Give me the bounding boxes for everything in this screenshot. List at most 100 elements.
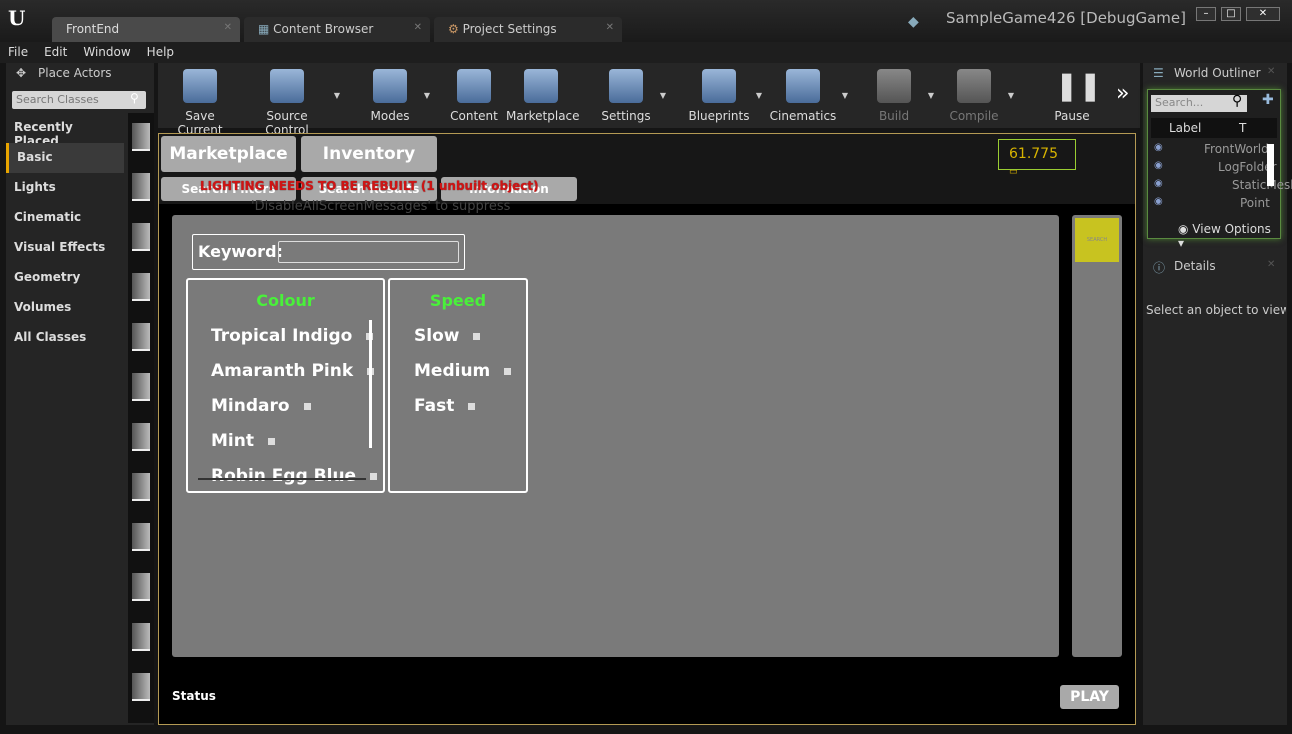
visibility-icon[interactable]: ◉ bbox=[1154, 142, 1163, 153]
blueprints-button[interactable]: Blueprints ▼ bbox=[686, 67, 762, 125]
maximize-button[interactable]: □ bbox=[1221, 7, 1241, 21]
category-recently-placed[interactable]: Recently Placed bbox=[6, 113, 124, 148]
option-label: Fast bbox=[414, 396, 455, 416]
colour-option[interactable]: Amaranth Pink bbox=[211, 361, 375, 381]
option-label: Tropical Indigo bbox=[211, 326, 353, 346]
cinematics-button[interactable]: Cinematics ▼ bbox=[768, 67, 848, 125]
actor-thumbnail[interactable] bbox=[132, 323, 150, 351]
more-icon[interactable]: » bbox=[1116, 81, 1129, 106]
button-label: Build bbox=[878, 109, 910, 123]
tab-marketplace[interactable]: Marketplace bbox=[161, 136, 296, 172]
minimize-button[interactable]: – bbox=[1196, 7, 1216, 21]
category-all-classes[interactable]: All Classes bbox=[6, 323, 124, 353]
tab-inventory[interactable]: Inventory bbox=[301, 136, 437, 172]
chevron-down-icon[interactable]: ▼ bbox=[424, 91, 430, 100]
checkbox[interactable] bbox=[303, 402, 311, 410]
chevron-down-icon[interactable]: ▼ bbox=[1008, 91, 1014, 100]
column-type[interactable]: T bbox=[1239, 121, 1246, 135]
menu-window[interactable]: Window bbox=[83, 42, 130, 63]
checkbox[interactable] bbox=[473, 332, 481, 340]
source-control-button[interactable]: Source Control ▼ bbox=[244, 67, 340, 137]
tree-row[interactable]: ◉ FrontWorld bbox=[1148, 142, 1274, 160]
view-options-button[interactable]: ◉ View Options ▾ bbox=[1178, 222, 1280, 250]
checkbox[interactable] bbox=[267, 437, 275, 445]
play-button[interactable]: PLAY bbox=[1060, 685, 1119, 709]
tab-frontend[interactable]: FrontEnd ✕ bbox=[52, 17, 240, 42]
chevron-down-icon[interactable]: ▼ bbox=[928, 91, 934, 100]
search-icon[interactable]: ⚲ bbox=[1232, 93, 1242, 109]
actor-thumbnail[interactable] bbox=[132, 623, 150, 651]
close-icon[interactable]: ✕ bbox=[1267, 66, 1275, 77]
close-icon[interactable]: ✕ bbox=[414, 22, 422, 33]
add-folder-icon[interactable]: ✚ bbox=[1262, 92, 1274, 108]
save-current-button[interactable]: Save Current bbox=[162, 67, 238, 137]
close-icon[interactable]: ✕ bbox=[1267, 259, 1275, 270]
tree-row[interactable]: ◉ LogFolder bbox=[1148, 160, 1277, 178]
colour-option[interactable]: Robin Egg Blue bbox=[211, 466, 378, 486]
tab-content-browser[interactable]: ▦ Content Browser ✕ bbox=[244, 17, 430, 42]
marketplace-button[interactable]: Marketplace bbox=[506, 67, 580, 125]
colour-title: Colour bbox=[256, 291, 315, 310]
actor-thumbnail[interactable] bbox=[132, 673, 150, 701]
category-cinematic[interactable]: Cinematic bbox=[6, 203, 124, 233]
scrollbar[interactable] bbox=[369, 320, 372, 448]
chevron-down-icon[interactable]: ▼ bbox=[334, 91, 340, 100]
visibility-icon[interactable]: ◉ bbox=[1154, 160, 1163, 171]
actor-thumbnail[interactable] bbox=[132, 373, 150, 401]
actor-thumbnail[interactable] bbox=[132, 173, 150, 201]
speed-title: Speed bbox=[429, 291, 487, 310]
search-icon[interactable]: ⚲ bbox=[130, 91, 139, 105]
search-button[interactable]: SEARCH bbox=[1075, 218, 1119, 262]
checkbox[interactable] bbox=[370, 472, 378, 480]
keyword-input[interactable] bbox=[278, 241, 459, 263]
chevron-down-icon[interactable]: ▼ bbox=[756, 91, 762, 100]
category-geometry[interactable]: Geometry bbox=[6, 263, 124, 293]
category-basic[interactable]: Basic bbox=[6, 143, 124, 173]
visibility-icon[interactable]: ◉ bbox=[1154, 196, 1163, 207]
modes-button[interactable]: Modes ▼ bbox=[360, 67, 430, 125]
scrollbar[interactable] bbox=[1267, 144, 1274, 186]
build-button[interactable]: Build ▼ bbox=[864, 67, 934, 125]
close-button[interactable]: ✕ bbox=[1246, 7, 1280, 21]
actor-thumbnail[interactable] bbox=[132, 223, 150, 251]
category-lights[interactable]: Lights bbox=[6, 173, 124, 203]
column-label[interactable]: Label bbox=[1169, 121, 1201, 135]
content-button[interactable]: Content bbox=[444, 67, 504, 125]
speed-option[interactable]: Slow bbox=[414, 326, 481, 346]
actor-thumbnail[interactable] bbox=[132, 423, 150, 451]
close-icon[interactable]: ✕ bbox=[224, 22, 232, 33]
actor-thumbnail[interactable] bbox=[132, 523, 150, 551]
checkbox[interactable] bbox=[504, 367, 512, 375]
tree-row[interactable]: ◉ Point bbox=[1148, 196, 1274, 214]
visibility-icon[interactable]: ◉ bbox=[1154, 178, 1163, 189]
chevron-down-icon[interactable]: ▼ bbox=[660, 91, 666, 100]
settings-button[interactable]: Settings ▼ bbox=[596, 67, 666, 125]
details-empty-message: Select an object to view d bbox=[1146, 303, 1286, 317]
save-icon bbox=[183, 69, 217, 103]
unreal-logo-icon: U bbox=[8, 6, 26, 30]
menu-help[interactable]: Help bbox=[147, 42, 174, 63]
category-volumes[interactable]: Volumes bbox=[6, 293, 124, 323]
close-icon[interactable]: ✕ bbox=[606, 22, 614, 33]
speed-option[interactable]: Fast bbox=[414, 396, 476, 416]
category-visual-effects[interactable]: Visual Effects bbox=[6, 233, 124, 263]
colour-option[interactable]: Tropical Indigo bbox=[211, 326, 374, 346]
build-icon bbox=[877, 69, 911, 103]
actor-thumbnail[interactable] bbox=[132, 123, 150, 151]
tree-row[interactable]: ◉ StaticMesh bbox=[1148, 178, 1292, 196]
checkbox[interactable] bbox=[468, 402, 476, 410]
chevron-down-icon[interactable]: ▼ bbox=[842, 91, 848, 100]
tab-project-settings[interactable]: ⚙ Project Settings ✕ bbox=[434, 17, 622, 42]
actor-thumbnail[interactable] bbox=[132, 473, 150, 501]
colour-option[interactable]: Mint bbox=[211, 431, 275, 451]
compile-button[interactable]: Compile ▼ bbox=[944, 67, 1014, 125]
pause-button[interactable]: ❚❚ Pause bbox=[1042, 67, 1102, 125]
actor-thumbnail[interactable] bbox=[132, 573, 150, 601]
actor-thumbnail[interactable] bbox=[132, 273, 150, 301]
menu-file[interactable]: File bbox=[8, 42, 28, 63]
menu-edit[interactable]: Edit bbox=[44, 42, 67, 63]
colour-option[interactable]: Mindaro bbox=[211, 396, 311, 416]
speed-option[interactable]: Medium bbox=[414, 361, 512, 381]
search-classes-input[interactable]: Search Classes bbox=[12, 91, 146, 109]
settings-icon bbox=[609, 69, 643, 103]
